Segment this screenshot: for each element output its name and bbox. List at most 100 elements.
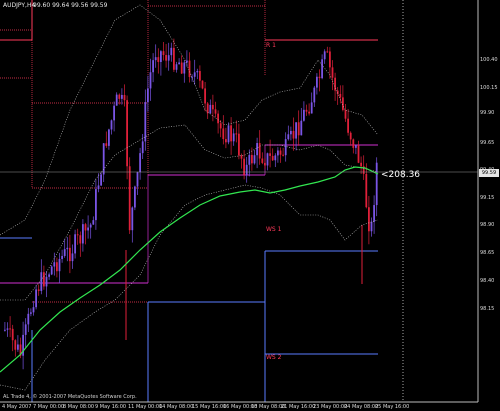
price-tick-label: 99.90 [480,110,495,116]
candle [199,65,201,88]
candle-body [45,276,48,287]
candle-body [126,100,128,167]
candle-body [84,224,87,231]
candle-body [87,227,89,231]
candle-body [118,94,121,99]
candle [264,158,266,169]
chart-frame [0,0,479,403]
candle-body [17,344,19,350]
time-tick-label: 8 May 08:00 [63,404,95,410]
candle-body [277,150,279,156]
candle-body [115,94,118,106]
candle [313,85,316,107]
candle-body [360,162,362,167]
candle [331,60,334,91]
candle [144,89,147,151]
candle-body [53,262,56,267]
candle [258,130,261,165]
lower-band [0,184,379,391]
candle-body [9,328,11,330]
candle-body [178,62,180,65]
candle [368,196,370,245]
time-tick-label: 4 May 2007 [2,404,32,410]
candle [175,61,178,73]
candle [365,163,368,209]
candle-body [92,220,95,225]
candle [206,102,209,119]
candle-body [37,289,40,291]
candle-body [141,141,144,154]
chart-window[interactable]: AUDJPY,H4 99.60 99.64 99.56 99.59 R 1 WS… [0,0,500,411]
candle [204,82,206,112]
candle-body [235,133,238,135]
candle [375,157,378,217]
candle [347,108,349,136]
candle-body [71,253,74,262]
price-tick-label: 98.65 [480,250,495,256]
candle [334,72,336,101]
candle [323,49,326,64]
candle-body [147,88,149,103]
candle [295,122,297,151]
candle [284,132,287,162]
candle-body [347,118,349,133]
candle-body [154,57,157,61]
candle-body [58,259,61,272]
candle-body [162,51,165,56]
candle [261,152,264,165]
candle-body [290,130,292,135]
candle-body [188,60,191,77]
time-tick-label: 25 May 16:00 [375,404,410,410]
candle-body [97,185,100,190]
candle [305,104,308,116]
candle-body [310,102,313,114]
candle-body [82,224,84,244]
candle-body [201,80,204,89]
candle-body [344,109,347,119]
candle-body [136,172,139,187]
candle [188,52,191,83]
candle [287,125,290,141]
candle-body [313,87,316,103]
copyright-footer: AL Trade 4, © 2001-2007 MetaQuotes Softw… [3,394,137,400]
candle [230,117,232,155]
candle-body [251,154,253,164]
candle-body [266,153,269,166]
candlesticks [4,38,378,370]
candle-body [212,104,214,110]
candle-body [274,155,277,161]
candle-body [287,134,290,140]
candle [139,147,141,180]
candle-body [199,71,201,81]
candle-body [222,128,225,140]
candle [300,107,303,136]
candle-body [323,51,326,60]
candle-body [355,145,357,148]
price-tick-label: 100.40 [480,57,498,63]
candle-body [144,102,147,142]
candle [35,284,37,310]
candle [227,122,230,145]
candle-body [225,139,227,143]
candle [121,88,123,105]
candle [318,69,321,92]
price-plot[interactable] [0,0,500,411]
s2-level-label: WS 2 [266,354,282,361]
candle [58,252,61,283]
ohlc-readout: 99.60 99.64 99.56 99.59 [33,2,108,9]
candle-body [160,51,162,62]
candle [17,335,19,352]
candle-body [167,55,170,61]
candle [108,128,110,150]
candle [157,48,160,74]
time-tick-label: 9 May 16:00 [95,404,127,410]
candle [11,324,14,352]
candle [279,147,282,163]
candle-body [30,312,32,314]
candle [355,145,357,155]
candle [370,217,373,237]
candle [167,42,170,71]
candle [53,252,56,276]
candle-body [173,47,175,70]
candle-body [240,155,243,159]
